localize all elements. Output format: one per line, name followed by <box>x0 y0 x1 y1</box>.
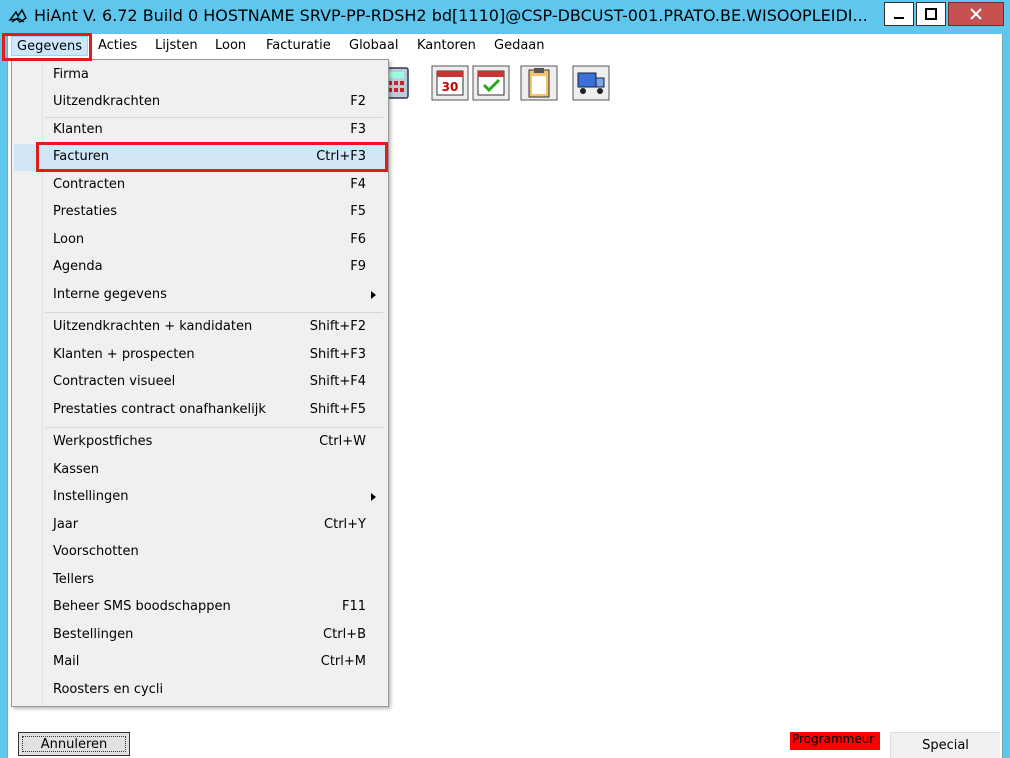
annuleren-button-label: Annuleren <box>40 736 108 752</box>
maximize-icon <box>925 8 937 20</box>
app-window: HiAnt V. 6.72 Build 0 HOSTNAME SRVP-PP-R… <box>0 0 1010 758</box>
menu-item-label: Klanten <box>53 122 103 137</box>
title-bar[interactable]: HiAnt V. 6.72 Build 0 HOSTNAME SRVP-PP-R… <box>0 0 1010 34</box>
truck-icon[interactable] <box>572 65 610 101</box>
gegevens-dropdown-menu: Firma Uitzendkrachten F2 Klanten F3 Fact… <box>11 59 389 707</box>
menu-item-label: Contracten <box>53 177 126 192</box>
menu-item-shortcut: F9 <box>350 259 366 274</box>
menu-item-jaar[interactable]: Jaar Ctrl+Y <box>14 512 386 539</box>
app-logo-icon <box>8 8 27 23</box>
menu-item-label: Bestellingen <box>53 627 134 642</box>
menu-item-voorschotten[interactable]: Voorschotten <box>14 539 386 566</box>
menu-item-label: Firma <box>53 67 89 82</box>
menu-item-mail[interactable]: Mail Ctrl+M <box>14 649 386 676</box>
menu-item-shortcut: Ctrl+F3 <box>316 149 366 164</box>
menu-item-label: Werkpostfiches <box>53 434 153 449</box>
menu-item-label: Facturen <box>53 149 110 164</box>
menu-item-label: Agenda <box>53 259 103 274</box>
submenu-arrow-icon <box>371 493 376 501</box>
menu-item-instellingen[interactable]: Instellingen <box>14 484 386 511</box>
menu-item-contracten[interactable]: Contracten F4 <box>14 172 386 199</box>
menu-item-prestaties-contract-onafhankelijk[interactable]: Prestaties contract onafhankelijk Shift+… <box>14 397 386 424</box>
menu-item-bestellingen[interactable]: Bestellingen Ctrl+B <box>14 622 386 649</box>
menu-item-shortcut: Ctrl+B <box>323 627 366 642</box>
menu-item-roosters-cycli[interactable]: Roosters en cycli <box>14 677 386 704</box>
menu-item-shortcut: F11 <box>341 599 366 614</box>
menu-item-label: Contracten visueel <box>53 374 176 389</box>
menu-item-firma[interactable]: Firma <box>14 62 386 89</box>
menu-gegevens[interactable]: Gegevens <box>11 36 89 56</box>
menu-item-label: Tellers <box>53 572 95 587</box>
menu-item-agenda[interactable]: Agenda F9 <box>14 254 386 281</box>
menu-item-uitzendkrachten-kandidaten[interactable]: Uitzendkrachten + kandidaten Shift+F2 <box>14 314 386 341</box>
maximize-button[interactable] <box>916 2 946 26</box>
special-button-label: Special <box>922 738 969 753</box>
menu-item-label: Klanten + prospecten <box>53 347 195 362</box>
minimize-icon <box>894 17 904 19</box>
menu-item-shortcut: F2 <box>350 94 366 109</box>
menu-item-label: Roosters en cycli <box>53 682 164 697</box>
menu-globaal[interactable]: Globaal <box>349 38 398 56</box>
menu-facturatie[interactable]: Facturatie <box>266 38 331 56</box>
menu-bar: Gegevens Acties Lijsten Loon Facturatie … <box>8 34 1002 58</box>
menu-item-label: Jaar <box>53 517 79 532</box>
calendar-check-icon[interactable] <box>472 65 510 101</box>
menu-item-label: Uitzendkrachten + kandidaten <box>53 319 253 334</box>
menu-item-label: Mail <box>53 654 80 669</box>
menu-lijsten[interactable]: Lijsten <box>155 38 198 56</box>
menu-item-klanten[interactable]: Klanten F3 <box>14 117 386 144</box>
menu-item-shortcut: Shift+F2 <box>309 319 366 334</box>
status-badge: Programmeur <box>790 732 880 750</box>
menu-item-shortcut: Shift+F4 <box>309 374 366 389</box>
menu-item-werkpostfiches[interactable]: Werkpostfiches Ctrl+W <box>14 429 386 456</box>
menu-item-shortcut: F4 <box>350 177 366 192</box>
menu-item-shortcut: Shift+F3 <box>309 347 366 362</box>
menu-separator <box>45 427 383 428</box>
menu-item-label: Voorschotten <box>53 544 139 559</box>
menu-item-kassen[interactable]: Kassen <box>14 457 386 484</box>
menu-item-shortcut: Ctrl+Y <box>324 517 366 532</box>
menu-acties[interactable]: Acties <box>98 38 137 56</box>
menu-item-label: Interne gegevens <box>53 287 167 302</box>
menu-item-label: Loon <box>53 232 85 247</box>
menu-item-tellers[interactable]: Tellers <box>14 567 386 594</box>
menu-item-label: Prestaties <box>53 204 117 219</box>
window-title: HiAnt V. 6.72 Build 0 HOSTNAME SRVP-PP-R… <box>34 6 868 25</box>
menu-item-shortcut: Shift+F5 <box>309 402 366 417</box>
annuleren-button[interactable]: Annuleren <box>18 732 130 756</box>
menu-item-uitzendkrachten[interactable]: Uitzendkrachten F2 <box>14 89 386 116</box>
special-button[interactable]: Special <box>890 732 1000 758</box>
close-button[interactable] <box>948 2 1004 26</box>
menu-item-prestaties[interactable]: Prestaties F5 <box>14 199 386 226</box>
menu-item-label: Instellingen <box>53 489 129 504</box>
menu-item-shortcut: Ctrl+M <box>320 654 366 669</box>
submenu-arrow-icon <box>371 291 376 299</box>
menu-item-label: Beheer SMS boodschappen <box>53 599 231 614</box>
menu-gedaan[interactable]: Gedaan <box>494 38 545 56</box>
menu-item-facturen[interactable]: Facturen Ctrl+F3 <box>14 144 386 171</box>
menu-item-contracten-visueel[interactable]: Contracten visueel Shift+F4 <box>14 369 386 396</box>
menu-item-loon[interactable]: Loon F6 <box>14 227 386 254</box>
menu-item-label: Kassen <box>53 462 100 477</box>
clipboard-icon[interactable] <box>520 65 558 101</box>
svg-text:30: 30 <box>442 80 459 94</box>
menu-kantoren[interactable]: Kantoren <box>417 38 476 56</box>
minimize-button[interactable] <box>884 2 914 26</box>
menu-separator <box>45 312 383 313</box>
menu-item-shortcut: Ctrl+W <box>319 434 366 449</box>
menu-item-interne-gegevens[interactable]: Interne gegevens <box>14 282 386 309</box>
menu-item-klanten-prospecten[interactable]: Klanten + prospecten Shift+F3 <box>14 342 386 369</box>
client-area: Gegevens Acties Lijsten Loon Facturatie … <box>2 33 1003 758</box>
menu-item-beheer-sms[interactable]: Beheer SMS boodschappen F11 <box>14 594 386 621</box>
menu-item-shortcut: F5 <box>350 204 366 219</box>
menu-item-label: Uitzendkrachten <box>53 94 161 109</box>
menu-item-shortcut: F6 <box>350 232 366 247</box>
menu-item-label: Prestaties contract onafhankelijk <box>53 402 266 417</box>
menu-loon[interactable]: Loon <box>215 38 246 56</box>
menu-item-shortcut: F3 <box>350 122 366 137</box>
close-icon <box>970 8 982 20</box>
calendar-30-icon[interactable]: 30 <box>431 65 469 101</box>
